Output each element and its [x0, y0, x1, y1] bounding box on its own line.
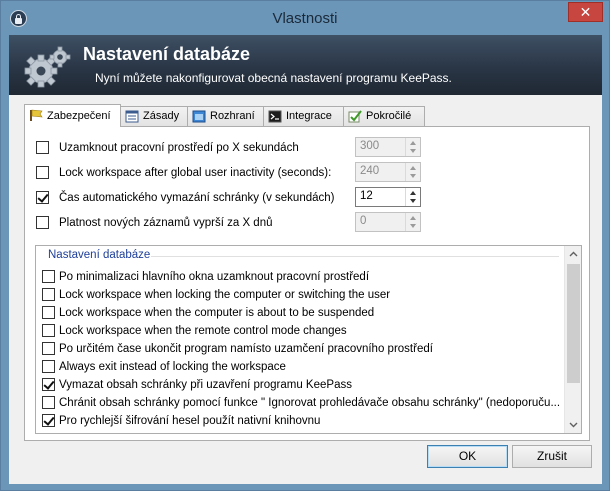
tab-interface[interactable]: Rozhraní: [187, 106, 264, 126]
scroll-up-arrow-icon[interactable]: [569, 251, 578, 257]
list-item-label: Po určitém čase ukončit program namísto …: [59, 343, 433, 355]
lock-after-seconds-stepper[interactable]: 300: [355, 137, 421, 157]
list-item-label: Always exit instead of locking the works…: [59, 361, 286, 373]
global-inactivity-arrows[interactable]: [405, 163, 420, 181]
cancel-button[interactable]: Zrušit: [512, 445, 592, 468]
window-title: Vlastnosti: [272, 10, 338, 27]
tab-advanced[interactable]: Pokročilé: [343, 106, 425, 126]
tab-policy[interactable]: Zásady: [120, 106, 188, 126]
tab-integration[interactable]: Integrace: [263, 106, 344, 126]
properties-window: Vlastnosti ✕ Nastavení databáze Nyní můž…: [0, 0, 610, 491]
list-item-label: Lock workspace when locking the computer…: [59, 289, 391, 301]
close-button[interactable]: ✕: [568, 2, 603, 22]
entry-expiry-value: 0: [360, 215, 367, 227]
integration-icon: [268, 110, 282, 123]
list-item-label: Chránit obsah schránky pomocí funkce " I…: [59, 397, 561, 409]
list-item-label: Lock workspace when the computer is abou…: [59, 307, 375, 319]
global-inactivity-stepper[interactable]: 240: [355, 162, 421, 182]
interface-icon: [192, 110, 206, 123]
entry-expiry-label: Platnost nových záznamů vyprší za X dnů: [59, 217, 273, 229]
clipboard-clear-stepper[interactable]: 12: [355, 187, 421, 207]
list-item-label: Pro rychlejší šifrování hesel použít nat…: [59, 415, 321, 427]
global-inactivity-checkbox[interactable]: [36, 166, 49, 179]
options-group-header: Nastavení databáze: [48, 249, 151, 261]
entry-expiry-checkbox[interactable]: [36, 216, 49, 229]
options-group-divider: [151, 256, 559, 257]
list-item-checkbox[interactable]: [42, 342, 55, 355]
security-options-list[interactable]: Nastavení databáze Po minimalizaci hlavn…: [35, 245, 582, 434]
lock-after-seconds-value: 300: [360, 140, 380, 152]
clipboard-clear-value: 12: [360, 190, 373, 202]
options-list-scrollbar[interactable]: [564, 246, 581, 433]
clipboard-clear-checkbox[interactable]: [36, 191, 49, 204]
advanced-icon: [348, 110, 362, 123]
entry-expiry-arrows[interactable]: [405, 213, 420, 231]
tab-security-label: Zabezpečení: [47, 110, 111, 122]
dialog-client-area: Nastavení databáze Nyní můžete nakonfigu…: [9, 35, 602, 484]
clipboard-clear-arrows[interactable]: [405, 188, 420, 206]
header-banner: Nastavení databáze Nyní můžete nakonfigu…: [9, 35, 602, 95]
list-item-checkbox[interactable]: [42, 324, 55, 337]
list-item-label: Vymazat obsah schránky při uzavření prog…: [59, 379, 352, 391]
gears-icon: [24, 46, 71, 88]
list-item-checkbox[interactable]: [42, 288, 55, 301]
title-bar[interactable]: Vlastnosti ✕: [1, 1, 609, 35]
banner-subtitle: Nyní můžete nakonfigurovat obecná nastav…: [95, 71, 452, 85]
list-item-label: Lock workspace when the remote control m…: [59, 325, 347, 337]
list-item-checkbox[interactable]: [42, 306, 55, 319]
lock-after-seconds-checkbox[interactable]: [36, 141, 49, 154]
clipboard-clear-label: Čas automatického vymazání schránky (v s…: [59, 192, 335, 204]
list-item-checkbox[interactable]: [42, 396, 55, 409]
tab-integration-label: Integrace: [286, 110, 332, 122]
list-item-label: Po minimalizaci hlavního okna uzamknout …: [59, 271, 370, 283]
tab-security[interactable]: Zabezpečení: [24, 104, 121, 127]
tab-interface-label: Rozhraní: [210, 110, 255, 122]
global-inactivity-label: Lock workspace after global user inactiv…: [59, 167, 332, 179]
scroll-down-arrow-icon[interactable]: [569, 422, 578, 428]
global-inactivity-value: 240: [360, 165, 380, 177]
list-item-checkbox[interactable]: [42, 414, 55, 427]
list-item-checkbox[interactable]: [42, 378, 55, 391]
scrollbar-thumb[interactable]: [567, 264, 580, 383]
entry-expiry-stepper[interactable]: 0: [355, 212, 421, 232]
lock-after-seconds-label: Uzamknout pracovní prostředí po X sekund…: [59, 142, 299, 154]
security-icon: [30, 109, 43, 121]
tab-advanced-label: Pokročilé: [366, 110, 412, 122]
banner-title: Nastavení databáze: [83, 44, 251, 64]
list-item-checkbox[interactable]: [42, 270, 55, 283]
tab-policy-label: Zásady: [143, 110, 180, 122]
security-tab-panel: Uzamknout pracovní prostředí po X sekund…: [24, 126, 590, 441]
policy-icon: [125, 110, 139, 123]
ok-button[interactable]: OK: [427, 445, 508, 468]
lock-after-seconds-arrows[interactable]: [405, 138, 420, 156]
list-item-checkbox[interactable]: [42, 360, 55, 373]
